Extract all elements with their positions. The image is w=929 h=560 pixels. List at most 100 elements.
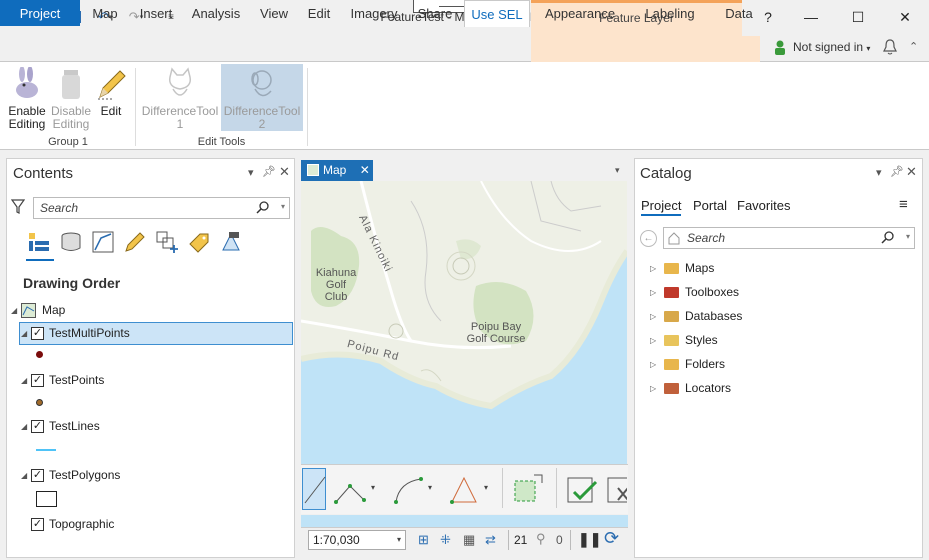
polyline-dropdown-icon[interactable]: ▾ — [371, 483, 375, 492]
point-symbol[interactable] — [36, 351, 43, 358]
map-node[interactable]: ◢ Map — [11, 299, 65, 321]
finish-sketch-tool[interactable] — [566, 474, 600, 509]
filter-icon[interactable] — [10, 199, 26, 218]
collapsed-triangle-icon[interactable]: ▷ — [650, 312, 660, 321]
maximize-button[interactable]: ☐ — [843, 6, 873, 28]
scale-combo[interactable]: 1:70,030 ▾ — [308, 530, 406, 550]
catalog-tab-project[interactable]: Project — [641, 198, 682, 216]
right-angle-tool[interactable] — [448, 474, 478, 507]
reshape-tool[interactable] — [512, 471, 546, 508]
map-view-tab[interactable]: Map ✕ — [301, 160, 373, 181]
list-by-perspective-icon[interactable] — [219, 230, 243, 257]
account-status[interactable]: Not signed in ▾ — [793, 40, 870, 56]
enable-editing-button[interactable]: Enable Editing — [5, 66, 49, 131]
tab-project[interactable]: Project — [0, 0, 80, 26]
catalog-search-input[interactable]: Search ▾ — [663, 227, 915, 249]
contents-options-icon[interactable]: ▾ — [248, 166, 254, 179]
tab-labeling[interactable]: Labeling — [640, 0, 700, 26]
layer-topographic[interactable]: ✓ Topographic — [31, 513, 114, 535]
layer-testpolygons[interactable]: ◢ ✓ TestPolygons — [21, 464, 120, 486]
tab-appearance[interactable]: Appearance — [540, 0, 620, 26]
catalog-item-folders[interactable]: ▷ Folders — [650, 354, 725, 374]
search-icon[interactable] — [881, 231, 894, 247]
collapsed-triangle-icon[interactable]: ▷ — [650, 384, 660, 393]
refresh-icon[interactable]: ⟳ — [604, 528, 619, 549]
layer-visibility-checkbox[interactable]: ✓ — [31, 326, 44, 340]
minimize-button[interactable]: — — [796, 6, 826, 28]
tab-imagery[interactable]: Imagery — [345, 0, 403, 26]
pause-drawing-icon[interactable]: ❚❚ — [578, 531, 601, 548]
catalog-item-toolboxes[interactable]: ▷ Toolboxes — [650, 282, 739, 302]
catalog-tab-favorites[interactable]: Favorites — [737, 198, 790, 213]
catalog-pin-icon[interactable]: 📌︎ — [890, 165, 904, 178]
tab-view[interactable]: View — [254, 0, 294, 26]
expanded-triangle-icon[interactable]: ◢ — [21, 471, 31, 480]
layer-testlines[interactable]: ◢ ✓ TestLines — [21, 415, 100, 437]
search-dropdown-icon[interactable]: ▾ — [906, 232, 910, 241]
collapsed-triangle-icon[interactable]: ▷ — [650, 360, 660, 369]
catalog-close-icon[interactable]: ✕ — [906, 164, 917, 180]
difference-tool-2-button[interactable]: DifferenceTool 2 — [221, 64, 303, 131]
right-angle-dropdown-icon[interactable]: ▾ — [484, 483, 488, 492]
catalog-menu-icon[interactable]: ≡ — [899, 197, 908, 212]
arc-dropdown-icon[interactable]: ▾ — [428, 483, 432, 492]
collapsed-triangle-icon[interactable]: ▷ — [650, 264, 660, 273]
list-by-selection-icon[interactable] — [91, 230, 115, 257]
collapse-ribbon-icon[interactable]: ⌃ — [909, 40, 918, 53]
tab-use-sel[interactable]: Use SEL — [464, 0, 530, 27]
layer-testpoints[interactable]: ◢ ✓ TestPoints — [21, 369, 104, 391]
catalog-item-databases[interactable]: ▷ Databases — [650, 306, 742, 326]
delete-sketch-tool[interactable] — [606, 474, 627, 509]
line-symbol[interactable] — [36, 449, 56, 451]
polygon-symbol[interactable] — [36, 491, 57, 507]
home-icon[interactable] — [667, 231, 681, 248]
list-by-drawing-order-icon[interactable] — [26, 229, 54, 261]
collapsed-triangle-icon[interactable]: ▷ — [650, 336, 660, 345]
catalog-tab-portal[interactable]: Portal — [693, 198, 727, 213]
list-by-labeling-icon[interactable] — [187, 230, 211, 257]
list-by-editing-icon[interactable] — [123, 230, 147, 257]
disable-editing-button[interactable]: Disable Editing — [49, 66, 93, 131]
close-button[interactable]: ✕ — [890, 6, 920, 28]
expanded-triangle-icon[interactable]: ◢ — [11, 306, 21, 315]
add-data-icon[interactable]: ⊞ — [418, 532, 429, 548]
tab-share[interactable]: Share — [413, 0, 457, 26]
contents-close-icon[interactable]: ✕ — [279, 164, 290, 180]
layer-visibility-checkbox[interactable]: ✓ — [31, 468, 44, 482]
list-by-source-icon[interactable] — [59, 230, 83, 257]
layer-visibility-checkbox[interactable]: ✓ — [31, 419, 44, 433]
tab-data[interactable]: Data — [720, 0, 758, 26]
expanded-triangle-icon[interactable]: ◢ — [21, 329, 31, 338]
layer-visibility-checkbox[interactable]: ✓ — [31, 373, 44, 387]
notifications-icon[interactable] — [882, 38, 898, 56]
correction-icon[interactable]: ⇄ — [485, 532, 496, 548]
catalog-item-styles[interactable]: ▷ Styles — [650, 330, 718, 350]
polyline-tool[interactable] — [334, 478, 368, 507]
arc-tool[interactable] — [393, 476, 427, 507]
expanded-triangle-icon[interactable]: ◢ — [21, 376, 31, 385]
map-tabs-dropdown-icon[interactable]: ▾ — [615, 165, 620, 176]
search-icon[interactable] — [256, 201, 269, 217]
catalog-item-locators[interactable]: ▷ Locators — [650, 378, 731, 398]
layer-testmultipoints[interactable]: ◢ ✓ TestMultiPoints — [21, 322, 130, 344]
difference-tool-1-button[interactable]: DifferenceTool 1 — [140, 66, 220, 131]
contents-search-input[interactable]: Search ▾ — [33, 197, 290, 219]
selection-icon[interactable]: ⚲ — [536, 531, 546, 547]
map-canvas[interactable]: Ala Kinoiki Kiahuna Golf Club Poipu Bay … — [301, 181, 627, 464]
tab-map[interactable]: Map — [86, 0, 124, 26]
draw-line-tool[interactable] — [302, 468, 326, 510]
point-symbol[interactable] — [36, 399, 43, 406]
back-icon[interactable]: ← — [640, 230, 657, 247]
edit-button[interactable]: Edit — [93, 66, 129, 118]
layer-visibility-checkbox[interactable]: ✓ — [31, 517, 44, 531]
catalog-options-icon[interactable]: ▾ — [876, 166, 882, 179]
snapping-icon[interactable]: ⁜ — [440, 532, 451, 548]
catalog-item-maps[interactable]: ▷ Maps — [650, 258, 714, 278]
grid-icon[interactable]: ▦ — [463, 532, 475, 548]
tab-insert[interactable]: Insert — [134, 0, 178, 26]
tab-analysis[interactable]: Analysis — [188, 0, 244, 26]
collapsed-triangle-icon[interactable]: ▷ — [650, 288, 660, 297]
search-dropdown-icon[interactable]: ▾ — [281, 202, 285, 211]
expanded-triangle-icon[interactable]: ◢ — [21, 422, 31, 431]
scale-dropdown-icon[interactable]: ▾ — [397, 531, 401, 549]
